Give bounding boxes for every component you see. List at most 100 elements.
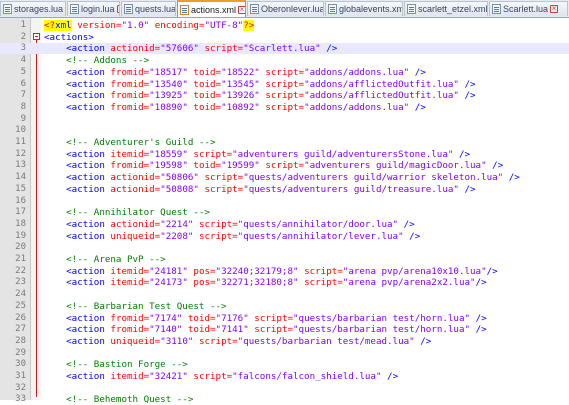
code-line[interactable]: 29 [0,348,569,359]
code-token: "13925" [149,90,188,102]
code-line[interactable]: 13 <action fromid="19598" toid="19599" s… [0,160,569,171]
code-token: <action [66,183,105,195]
code-line[interactable]: 26 <action fromid="7174" toid="7176" scr… [0,313,569,324]
code-token: "10892" [221,101,260,113]
code-line[interactable]: 4 <!-- Addons --> [0,55,569,66]
code-line[interactable]: 2 <actions> [0,32,569,43]
tab-actions-xml[interactable]: actions.xml × [177,0,246,17]
code-token: fromid= [104,90,150,102]
code-line[interactable]: 11 <!-- Adventurer's Guild --> [0,137,569,148]
code-line[interactable]: 18 <action actionid="2214" script="quest… [0,219,569,230]
tab-oberonlever-lua[interactable]: Oberonlever.lua× [247,1,324,16]
code-token: "1.0" [121,20,150,31]
code-token: /> [475,277,487,289]
code-token: fromid= [104,312,150,324]
code-line[interactable]: 22 <action itemid="24181" pos="32240;321… [0,266,569,277]
code-text: <action itemid="32421" script="falcons/f… [44,371,398,382]
code-line[interactable]: 6 <action fromid="13540" toid="13545" sc… [0,79,569,90]
tab-label: storages.lua [14,4,64,14]
code-line[interactable]: 19 <action uniqueid="2208" script="quest… [0,231,569,242]
code-token: /> [414,335,432,347]
line-number: 14 [15,172,26,183]
code-token: "24173" [149,277,188,289]
tab-storages-lua[interactable]: storages.lua× [0,1,66,16]
fold-collapse-icon[interactable] [33,32,40,40]
tab-label: login.lua [81,4,115,14]
code-line[interactable]: 3 <action actionid="57606" script="Scarl… [0,43,569,55]
code-line[interactable]: 7 <action fromid="13925" toid="13926" sc… [0,90,569,101]
code-text: <action itemid="18559" script="adventure… [44,149,470,160]
tab-login-lua[interactable]: login.lua× [67,1,120,16]
code-line[interactable]: 17 <!-- Annihilator Quest --> [0,207,569,218]
code-token: "32271;32180;8" [215,277,299,289]
code-token: actionid= [104,43,161,55]
code-token: fromid= [104,324,150,336]
close-tab-icon[interactable]: × [550,5,559,13]
code-token: <action [66,218,105,230]
tab-label: scarlett_etzel.xml [418,4,488,14]
code-line[interactable]: 30 <!-- Bastion Forge --> [0,359,569,370]
code-token: pos= [187,265,216,277]
code-line[interactable]: 23 <action itemid="24173" pos="32271;321… [0,277,569,288]
close-tab-icon[interactable]: × [238,5,245,14]
code-token: "Scarlett.lua" [243,43,321,55]
code-line[interactable]: 14 <action actionid="50806" script="ques… [0,172,569,183]
code-line[interactable]: 15 <action actionid="50808" script="ques… [0,184,569,195]
tab-globalevents-xml[interactable]: globalevents.xml× [325,1,403,16]
code-line[interactable]: 21 <!-- Arena PvP --> [0,254,569,265]
line-number: 8 [20,101,26,112]
tab-scarlett-lua[interactable]: Scarlett.lua × [489,1,568,16]
code-token: script= [259,66,305,78]
code-token: "quests/barbarian test/horn.lua" [293,324,471,336]
code-line[interactable]: 31 <action itemid="32421" script="falcon… [0,371,569,382]
code-line[interactable]: 27 <action fromid="7140" toid="7141" scr… [0,324,569,335]
code-line[interactable]: 25 <!-- Barbarian Test Quest --> [0,301,569,312]
code-line[interactable]: 28 <action uniqueid="3110" script="quest… [0,336,569,347]
code-token: script= [259,101,305,113]
code-line[interactable]: 16 [0,196,569,207]
code-token: "quests/annihilator/door.lua" [237,218,399,230]
tab-quests-lua[interactable]: quests.lua× [121,1,176,16]
code-line[interactable]: 24 [0,289,569,300]
code-token: "quests/barbarian test/horn.lua" [293,312,471,324]
code-token: /> [381,371,399,382]
code-token: script= [298,265,343,277]
code-token: "13540" [149,78,188,90]
line-number: 29 [15,347,26,358]
code-text: <action fromid="13540" toid="13545" scri… [44,78,476,90]
code-token: /> [503,172,520,184]
code-line[interactable]: 1 <?xml version="1.0" encoding="UTF-8"?> [0,20,569,31]
code-text: <action fromid="19598" toid="19599" scri… [44,160,503,171]
code-line[interactable]: 9 [0,114,569,125]
code-token: /> [409,101,426,113]
code-line[interactable]: 32 [0,383,569,394]
code-token: "UTF-8" [204,20,244,31]
code-line[interactable]: 10 [0,125,569,136]
code-token: script= [198,172,244,184]
tab-bar: storages.lua×login.lua×quests.lua×action… [0,0,569,18]
code-token: "57606" [160,43,199,55]
close-tab-icon[interactable]: × [65,5,66,13]
code-token: <action [66,101,105,113]
code-editor[interactable]: 1 <?xml version="1.0" encoding="UTF-8"?> 2… [0,18,569,405]
code-text: <actions> [44,32,94,43]
line-number: 13 [15,160,26,171]
code-line[interactable]: 20 [0,242,569,253]
code-text: <action actionid="57606" script="Scarlet… [44,43,337,54]
code-token: /> [458,78,476,90]
code-text: <action uniqueid="2208" script="quests/a… [44,231,420,242]
code-text: <action actionid="2214" script="quests/a… [44,219,415,230]
code-line[interactable]: 12 <action itemid="18559" script="advent… [0,149,569,160]
line-number: 30 [15,359,26,370]
code-text: <action actionid="50806" script="quests/… [44,172,520,183]
code-line[interactable]: 8 <action fromid="10890" toid="10892" sc… [0,102,569,113]
code-token: <action [66,66,105,78]
close-tab-icon[interactable]: × [116,5,119,13]
code-line[interactable]: 5 <action fromid="18517" toid="18522" sc… [0,67,569,78]
tab-scarlett-etzel-xml[interactable]: scarlett_etzel.xml× [404,1,488,16]
